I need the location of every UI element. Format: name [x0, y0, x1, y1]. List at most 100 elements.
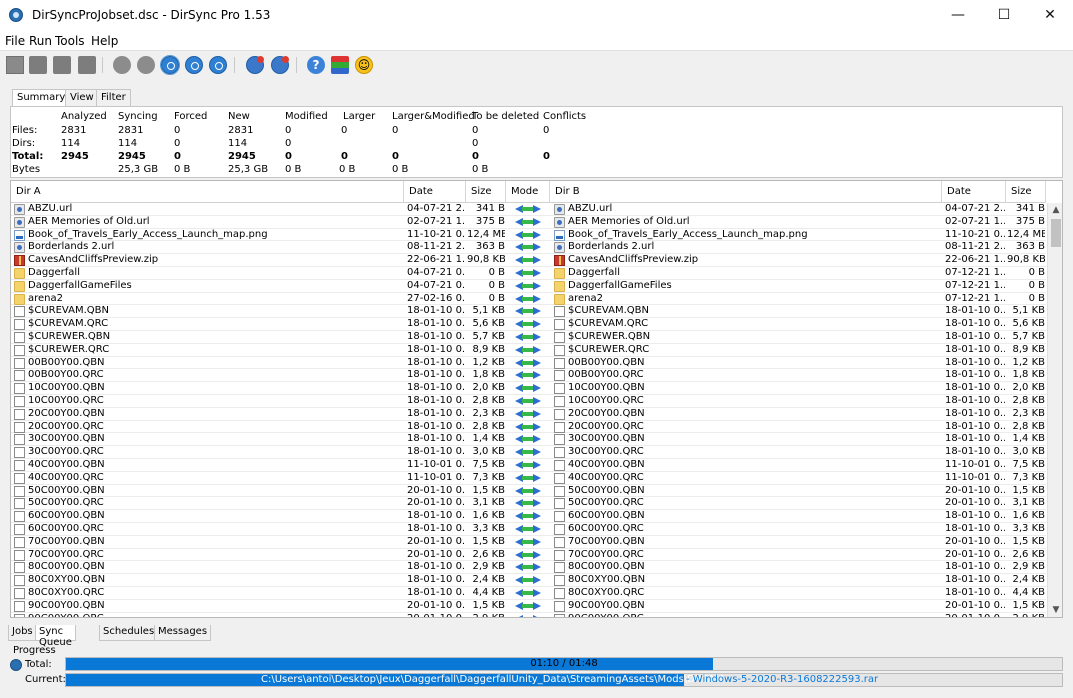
table-row[interactable]: 20C00Y00.QRC 18-01-10 0... 2,8 KB 20C00Y00.… [11, 421, 1046, 434]
tab-filter[interactable]: Filter [96, 89, 131, 106]
save-as-icon[interactable] [78, 56, 96, 74]
sync-mode-arrow-icon[interactable] [515, 396, 541, 406]
sync-mode-arrow-icon[interactable] [515, 473, 541, 483]
table-row[interactable]: 30C00Y00.QBN 18-01-10 0... 1,4 KB 30C00Y00.… [11, 433, 1046, 447]
column-header-dir-b[interactable]: Dir B [550, 181, 942, 203]
tab-summary[interactable]: Summary [12, 89, 71, 107]
sync-mode-arrow-icon[interactable] [515, 255, 541, 265]
table-row[interactable]: 10C00Y00.QBN 18-01-10 0... 2,0 KB 10C00Y00.… [11, 382, 1046, 395]
tab-sync-queue[interactable]: Sync Queue [35, 625, 76, 648]
sync-mode-arrow-icon[interactable] [515, 294, 541, 304]
table-row[interactable]: ABZU.url 04-07-21 2... 341 B ABZU.url 04-07-… [11, 203, 1046, 216]
sync-mode-arrow-icon[interactable] [515, 550, 541, 560]
tab-messages[interactable]: Messages [154, 625, 212, 641]
scroll-down-icon[interactable]: ▼ [1048, 603, 1062, 617]
column-header-dir-a[interactable]: Dir A [11, 181, 404, 203]
table-row[interactable]: DaggerfallGameFiles 04-07-21 0... 0 B Dagge… [11, 280, 1046, 293]
table-row[interactable]: 80C0XY00.QRC 18-01-10 0... 4,4 KB 80C0XY00.… [11, 587, 1046, 600]
sync-icon[interactable] [137, 56, 155, 74]
sync-mode-arrow-icon[interactable] [515, 281, 541, 291]
sync-mode-arrow-icon[interactable] [515, 242, 541, 252]
remove-job-icon[interactable] [271, 56, 289, 74]
table-row[interactable]: 60C00Y00.QBN 18-01-10 0... 1,6 KB 60C00Y00.… [11, 510, 1046, 523]
save-icon[interactable] [53, 56, 71, 74]
table-row[interactable]: $CUREVAM.QBN 18-01-10 0... 5,1 KB $CUREVAM.… [11, 305, 1046, 319]
table-row[interactable]: 40C00Y00.QRC 11-10-01 0... 7,3 KB 40C00Y00.… [11, 472, 1046, 485]
maximize-button[interactable]: ☐ [981, 0, 1027, 31]
table-row[interactable]: 00B00Y00.QRC 18-01-10 0... 1,8 KB 00B00Y00.… [11, 369, 1046, 383]
sync-mode-arrow-icon[interactable] [515, 319, 541, 329]
sync-mode-arrow-icon[interactable] [515, 498, 541, 508]
sync-mode-arrow-icon[interactable] [515, 268, 541, 278]
sync-mode-arrow-icon[interactable] [515, 460, 541, 470]
table-row[interactable]: arena2 27-02-16 0... 0 B arena2 07-12-21 1..… [11, 293, 1046, 306]
table-row[interactable]: 80C0XY00.QBN 18-01-10 0... 2,4 KB 80C0XY00.… [11, 574, 1046, 587]
sync-mode-arrow-icon[interactable] [515, 409, 541, 419]
table-row[interactable]: 70C00Y00.QRC 20-01-10 0... 2,6 KB 70C00Y00.… [11, 549, 1046, 562]
sync-mode-arrow-icon[interactable] [515, 447, 541, 457]
table-row[interactable]: 80C00Y00.QBN 18-01-10 0... 2,9 KB 80C00Y00.… [11, 561, 1046, 575]
menu-tools[interactable]: Tools [55, 34, 85, 48]
sync-mode-arrow-icon[interactable] [515, 562, 541, 572]
sync-mode-arrow-icon[interactable] [515, 486, 541, 496]
table-row[interactable]: Book_of_Travels_Early_Access_Launch_map.… [11, 229, 1046, 242]
table-row[interactable]: CavesAndCliffsPreview.zip22-06-21 1...90… [11, 254, 1046, 267]
table-row[interactable]: 20C00Y00.QBN 18-01-10 0... 2,3 KB 20C00Y00.… [11, 408, 1046, 421]
sync-mode-arrow-icon[interactable] [515, 422, 541, 432]
sync-mode-arrow-icon[interactable] [515, 306, 541, 316]
tab-schedules[interactable]: Schedules [99, 625, 159, 641]
column-header-mode[interactable]: Mode [506, 181, 550, 203]
sync-mode-arrow-icon[interactable] [515, 332, 541, 342]
books-icon[interactable] [331, 56, 349, 74]
table-row[interactable]: 30C00Y00.QRC 18-01-10 0... 3,0 KB 30C00Y00.… [11, 446, 1046, 459]
table-row[interactable]: 40C00Y00.QBN 11-10-01 0... 7,5 KB 40C00Y00.… [11, 459, 1046, 472]
stop-icon[interactable] [185, 56, 203, 74]
table-row[interactable]: 10C00Y00.QRC 18-01-10 0... 2,8 KB 10C00Y00.… [11, 395, 1046, 408]
add-job-icon[interactable] [246, 56, 264, 74]
column-header-date-b[interactable]: Date [942, 181, 1006, 203]
open-icon[interactable] [29, 56, 47, 74]
sync-mode-arrow-icon[interactable] [515, 537, 541, 547]
sync-mode-arrow-icon[interactable] [515, 383, 541, 393]
close-button[interactable]: ✕ [1027, 0, 1073, 31]
sync-mode-arrow-icon[interactable] [515, 511, 541, 521]
table-row[interactable]: 50C00Y00.QRC 20-01-10 0... 3,1 KB 50C00Y00.… [11, 497, 1046, 511]
sync-mode-arrow-icon[interactable] [515, 434, 541, 444]
table-row[interactable]: 00B00Y00.QBN 18-01-10 0... 1,2 KB 00B00Y00.… [11, 357, 1046, 370]
sync-mode-arrow-icon[interactable] [515, 230, 541, 240]
column-header-date-a[interactable]: Date [404, 181, 466, 203]
table-row[interactable]: Daggerfall 04-07-21 0... 0 B Daggerfall 07-1… [11, 267, 1046, 280]
table-row[interactable]: $CUREWER.QBN 18-01-10 0... 5,7 KB $CUREWER.… [11, 331, 1046, 344]
restart-icon[interactable] [209, 56, 227, 74]
sync-mode-arrow-icon[interactable] [515, 575, 541, 585]
sync-mode-arrow-icon[interactable] [515, 217, 541, 227]
sync-mode-arrow-icon[interactable] [515, 601, 541, 611]
table-row[interactable]: $CUREWER.QRC 18-01-10 0... 8,9 KB $CUREWER.… [11, 344, 1046, 357]
analyze-icon[interactable] [113, 56, 131, 74]
table-row[interactable]: 50C00Y00.QBN 20-01-10 0... 1,5 KB 50C00Y00.… [11, 485, 1046, 498]
table-row[interactable]: 90C00Y00.QRC20-01-10 0...2,9 KB90C00Y00.… [11, 613, 1046, 617]
table-row[interactable]: $CUREVAM.QRC 18-01-10 0... 5,6 KB $CUREVAM.… [11, 318, 1046, 331]
minimize-button[interactable]: — [935, 0, 981, 31]
tab-jobs[interactable]: Jobs [8, 625, 37, 641]
sync-mode-arrow-icon[interactable] [515, 524, 541, 534]
table-row[interactable]: 90C00Y00.QBN 20-01-10 0... 1,5 KB 90C00Y00.… [11, 600, 1046, 613]
scroll-up-icon[interactable]: ▲ [1048, 203, 1062, 217]
tab-view[interactable]: View [65, 89, 99, 106]
table-row[interactable]: Borderlands 2.url 08-11-21 2... 363 B Borde… [11, 241, 1046, 255]
smiley-icon[interactable]: ☺ [355, 56, 373, 74]
pause-icon[interactable] [160, 55, 180, 75]
column-header-size-b[interactable]: Size [1006, 181, 1046, 203]
menu-help[interactable]: Help [91, 34, 118, 48]
new-icon[interactable] [6, 56, 24, 74]
help-icon[interactable]: ? [307, 56, 325, 74]
sync-mode-arrow-icon[interactable] [515, 204, 541, 214]
sync-mode-arrow-icon[interactable] [515, 345, 541, 355]
sync-mode-arrow-icon[interactable] [515, 370, 541, 380]
vertical-scrollbar[interactable]: ▲ ▼ [1047, 203, 1062, 617]
sync-file-table[interactable]: Dir A Date Size Mode Dir B Date Size ABZ… [10, 180, 1063, 618]
column-header-size-a[interactable]: Size [466, 181, 506, 203]
table-row[interactable]: AER Memories of Old.url 02-07-21 1... 375 … [11, 216, 1046, 229]
table-row[interactable]: 60C00Y00.QRC 18-01-10 0... 3,3 KB 60C00Y00.… [11, 523, 1046, 536]
sync-mode-arrow-icon[interactable] [515, 614, 541, 617]
